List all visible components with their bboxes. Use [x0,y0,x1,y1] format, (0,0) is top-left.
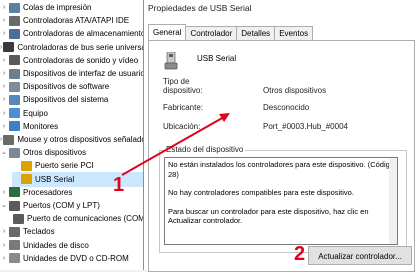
ata-controller-icon [9,15,20,26]
device-type-label: Tipo de dispositivo: [163,77,203,95]
com-port-icon [13,213,24,224]
other-devices-icon [9,147,20,158]
monitor-icon [9,121,20,132]
disk-drive-icon [9,240,20,251]
location-value: Port_#0003.Hub_#0004 [263,122,348,131]
device-status-legend: Estado del dispositivo [164,145,246,154]
tree-item-label: Unidades de DVD o CD-ROM [23,253,129,263]
tree-item[interactable]: › Unidades de DVD o CD-ROM [0,251,146,266]
status-line-3: Para buscar un controlador para este dis… [168,206,369,226]
dialog-tabs: General Controlador Detalles Eventos [148,24,314,40]
keyboard-icon [9,226,20,237]
dialog-title-bar[interactable]: Propiedades de USB Serial [144,0,416,20]
usb-device-icon [164,52,178,70]
update-driver-button[interactable]: Actualizar controlador... [308,246,412,265]
usb-controller-icon [3,42,15,53]
manufacturer-value: Desconocido [263,103,310,112]
device-tree: › Colas de impresión › Controladoras ATA/AT… [0,0,146,270]
tab-general[interactable]: General [148,24,187,40]
manufacturer-label: Fabricante: [163,103,204,112]
annotation-marker-2: 2 [294,243,306,265]
device-status-group: Estado del dispositivo No están instalad… [159,145,407,253]
device-name: USB Serial [197,54,237,63]
dvd-drive-icon [9,253,20,264]
general-tab-panel: USB Serial Tipo de dispositivo: Otros di… [148,40,415,272]
sound-controller-icon [9,55,20,66]
dialog-title: Propiedades de USB Serial [148,3,252,13]
status-scrollbar[interactable] [389,158,397,244]
warning-device-icon [21,160,32,171]
location-label: Ubicación: [163,122,201,131]
warning-device-icon [21,174,32,185]
annotation-marker-1: 1 [113,174,125,196]
port-icon [9,200,20,211]
expand-down-icon[interactable]: ⌄ [0,198,8,213]
hid-icon [9,68,20,79]
device-status-text[interactable]: No están instalados los controladores pa… [164,157,398,245]
software-device-icon [9,81,20,92]
computer-icon [9,108,20,119]
tab-controlador[interactable]: Controlador [185,26,238,40]
status-line-1: No están instalados los controladores pa… [168,160,394,179]
mouse-icon [3,134,15,145]
storage-controller-icon [9,28,20,39]
system-device-icon [9,94,20,105]
chevron-right-icon[interactable]: › [0,251,8,266]
properties-dialog: Propiedades de USB Serial General Contro… [143,0,416,272]
printer-icon [9,2,20,13]
processor-icon [9,187,20,198]
expand-down-icon[interactable]: ⌄ [0,145,8,160]
status-line-2: No hay controladores compatibles para es… [168,188,354,197]
device-type-value: Otros dispositivos [263,86,327,95]
tab-eventos[interactable]: Eventos [274,26,314,40]
tab-detalles[interactable]: Detalles [236,26,276,40]
